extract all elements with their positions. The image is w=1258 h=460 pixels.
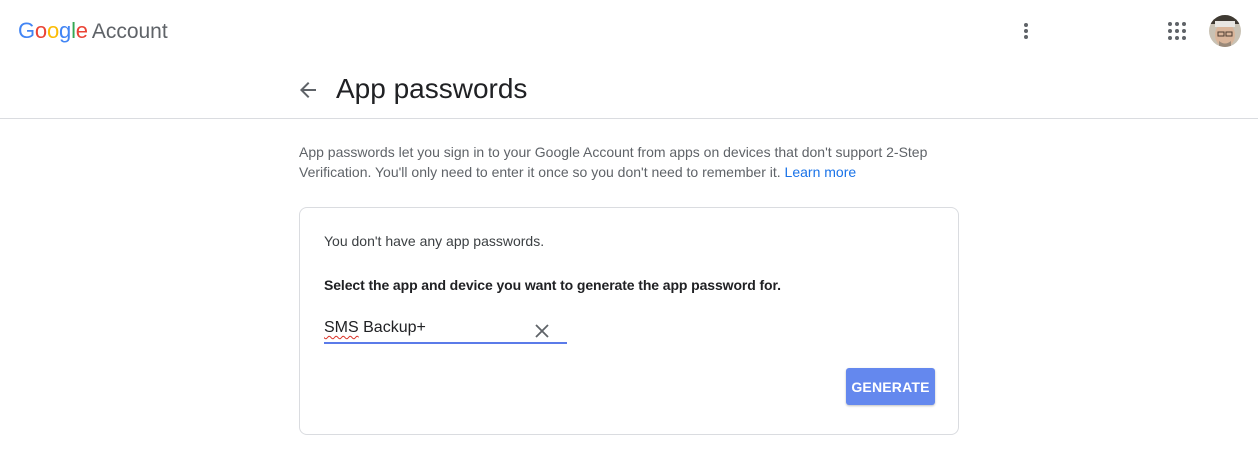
select-prompt: Select the app and device you want to ge… bbox=[324, 277, 781, 293]
arrow-back-icon[interactable] bbox=[294, 76, 322, 104]
app-name-value[interactable]: SMS Backup+ bbox=[324, 319, 426, 337]
top-bar: Google Account bbox=[0, 0, 1258, 62]
google-account-logo[interactable]: Google Account bbox=[18, 18, 168, 46]
empty-state-message: You don't have any app passwords. bbox=[324, 233, 545, 249]
learn-more-link[interactable]: Learn more bbox=[785, 164, 857, 180]
app-name-value-rest: Backup+ bbox=[358, 319, 426, 336]
app-name-input[interactable]: SMS Backup+ bbox=[324, 316, 567, 344]
generate-button[interactable]: GENERATE bbox=[846, 368, 935, 405]
google-logo: Google bbox=[18, 18, 88, 43]
vertical-dots-icon[interactable] bbox=[1012, 17, 1040, 45]
app-name-value-first-word: SMS bbox=[324, 319, 359, 336]
page-header: App passwords bbox=[0, 62, 1258, 119]
avatar[interactable] bbox=[1209, 15, 1241, 47]
close-icon[interactable] bbox=[531, 320, 553, 342]
apps-grid-icon[interactable] bbox=[1163, 17, 1191, 45]
page-title: App passwords bbox=[336, 73, 528, 104]
product-name: Account bbox=[91, 20, 168, 43]
intro-text: App passwords let you sign in to your Go… bbox=[299, 142, 959, 182]
app-passwords-card: You don't have any app passwords. Select… bbox=[299, 207, 959, 435]
